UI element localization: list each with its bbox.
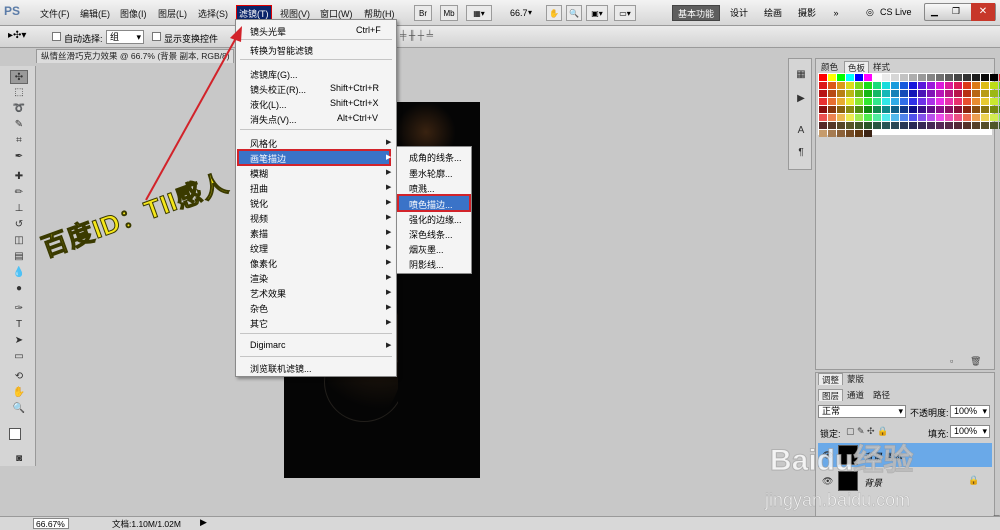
baidu-watermark: Baidu经验 — [769, 444, 914, 478]
baidu-url: jingyan.baidu.com — [765, 490, 911, 511]
